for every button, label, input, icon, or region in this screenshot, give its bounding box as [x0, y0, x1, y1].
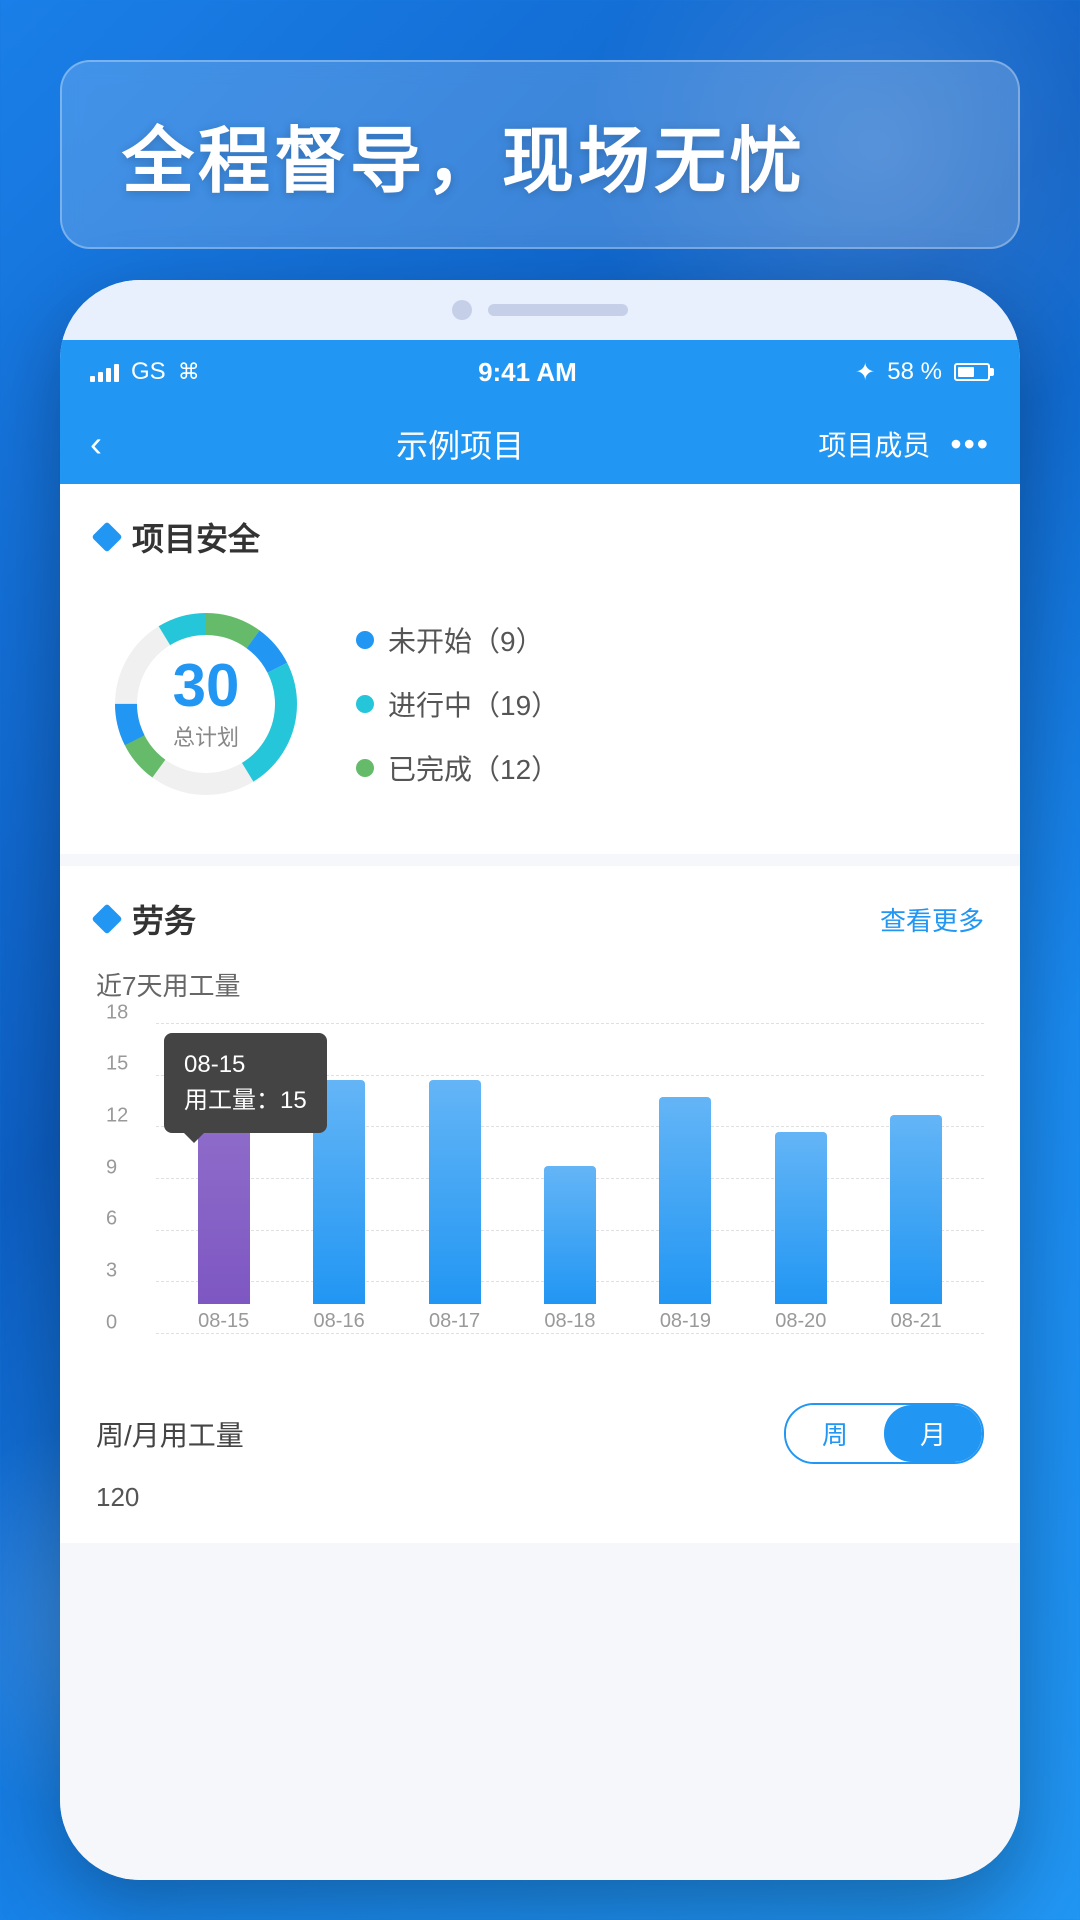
labor-section-header: 劳务 查看更多 — [96, 896, 984, 942]
bar-08-17[interactable] — [429, 1080, 481, 1304]
toggle-week[interactable]: 周 — [786, 1405, 884, 1462]
nav-right: 项目成员 ••• — [818, 424, 990, 464]
battery-fill — [958, 367, 974, 377]
bar-date-label: 08-18 — [544, 1310, 595, 1333]
status-bar: GS ⌘ 9:41 AM ✦ 58 % — [60, 340, 1020, 404]
tooltip-date: 08-15 — [184, 1047, 307, 1083]
status-left: GS ⌘ — [90, 358, 200, 386]
header-banner: 全程督导，现场无忧 — [60, 60, 1020, 249]
back-button[interactable]: ‹ — [90, 423, 102, 465]
labor-title-wrap: 劳务 — [96, 896, 196, 942]
nav-bar: ‹ 示例项目 项目成员 ••• — [60, 404, 1020, 484]
bar-group[interactable]: 08-18 — [512, 1166, 627, 1333]
chart-y-label: 6 — [106, 1208, 117, 1231]
donut-center: 30 总计划 — [173, 656, 240, 752]
bar-group[interactable]: 08-19 — [628, 1097, 743, 1333]
bar-date-label: 08-20 — [775, 1310, 826, 1333]
weekly-monthly-bar: 周/月用工量 周 月 — [96, 1383, 984, 1474]
bar-group[interactable]: 08-17 — [397, 1080, 512, 1333]
battery-icon — [954, 363, 990, 381]
chart-y-label: 15 — [106, 1053, 128, 1076]
chart-y-label: 3 — [106, 1259, 117, 1282]
safety-title-wrap: 项目安全 — [96, 514, 260, 560]
donut-chart: 30 总计划 — [96, 594, 316, 814]
status-right: ✦ 58 % — [855, 358, 990, 387]
phone-camera — [452, 300, 472, 320]
bottom-value: 120 — [96, 1474, 984, 1513]
bar-group[interactable]: 08-21 — [859, 1115, 974, 1333]
signal-icon — [90, 362, 119, 382]
legend-label-not-started: 未开始（9） — [388, 620, 544, 660]
legend-label-in-progress: 进行中（19） — [388, 684, 559, 724]
phone-speaker — [488, 304, 628, 316]
bar-08-19[interactable] — [659, 1097, 711, 1304]
weekly-monthly-label: 周/月用工量 — [96, 1414, 244, 1454]
carrier-label: GS — [131, 358, 166, 386]
legend: 未开始（9） 进行中（19） 已完成（12） — [356, 620, 984, 788]
bar-08-21[interactable] — [890, 1115, 942, 1304]
bar-date-label: 08-21 — [891, 1310, 942, 1333]
chart-y-label: 18 — [106, 1001, 128, 1024]
legend-dot-in-progress — [356, 695, 374, 713]
bar-group[interactable]: 08-20 — [743, 1132, 858, 1333]
view-more-link[interactable]: 查看更多 — [880, 901, 984, 938]
legend-item-in-progress: 进行中（19） — [356, 684, 984, 724]
signal-bar-2 — [98, 372, 103, 382]
safety-section-header: 项目安全 — [96, 514, 984, 560]
time-label: 9:41 AM — [478, 357, 577, 388]
bar-08-18[interactable] — [544, 1166, 596, 1304]
nav-title: 示例项目 — [102, 421, 818, 467]
tooltip-value: 用工量：15 — [184, 1083, 307, 1119]
chart-tooltip: 08-15 用工量：15 — [164, 1033, 327, 1133]
toggle-month[interactable]: 月 — [884, 1405, 982, 1462]
labor-title: 劳务 — [132, 896, 196, 942]
phone-top-bar — [60, 280, 1020, 340]
bar-date-label: 08-19 — [660, 1310, 711, 1333]
project-safety-card: 项目安全 30 — [60, 484, 1020, 866]
bar-date-label: 08-15 — [198, 1310, 249, 1333]
bar-date-label: 08-17 — [429, 1310, 480, 1333]
donut-label: 总计划 — [173, 720, 240, 752]
more-options-button[interactable]: ••• — [950, 426, 990, 463]
header-title: 全程督导，现场无忧 — [122, 102, 958, 207]
chart-y-label: 9 — [106, 1156, 117, 1179]
legend-item-not-started: 未开始（9） — [356, 620, 984, 660]
signal-bar-1 — [90, 376, 95, 382]
bluetooth-icon: ✦ — [855, 358, 875, 387]
bar-08-20[interactable] — [775, 1132, 827, 1304]
chart-y-label: 12 — [106, 1104, 128, 1127]
safety-title: 项目安全 — [132, 514, 260, 560]
legend-dot-completed — [356, 759, 374, 777]
donut-number: 30 — [173, 656, 240, 716]
legend-label-completed: 已完成（12） — [388, 748, 559, 788]
content-area: 项目安全 30 — [60, 484, 1020, 1880]
wifi-icon: ⌘ — [178, 359, 200, 385]
battery-percent: 58 % — [887, 358, 942, 386]
donut-section: 30 总计划 未开始（9） 进行中（19） — [96, 584, 984, 824]
chart-grid-line: 0 — [156, 1333, 984, 1334]
bar-date-label: 08-16 — [314, 1310, 365, 1333]
diamond-icon — [91, 521, 122, 552]
signal-bar-4 — [114, 364, 119, 382]
toggle-group[interactable]: 周 月 — [784, 1403, 984, 1464]
signal-bar-3 — [106, 368, 111, 382]
members-label[interactable]: 项目成员 — [818, 424, 930, 464]
labor-card: 劳务 查看更多 近7天用工量 18 15 12 9 6 3 0 08-15 08-16 08-1… — [60, 866, 1020, 1555]
chart-y-label: 0 — [106, 1311, 117, 1334]
bar-chart: 1815129630 08-1508-1608-1708-1808-1908-2… — [96, 1023, 984, 1383]
legend-item-completed: 已完成（12） — [356, 748, 984, 788]
labor-diamond-icon — [91, 903, 122, 934]
legend-dot-not-started — [356, 631, 374, 649]
chart-label: 近7天用工量 — [96, 966, 984, 1003]
phone-mockup: GS ⌘ 9:41 AM ✦ 58 % ‹ 示例项目 项目成员 ••• 项目安全 — [60, 280, 1020, 1880]
